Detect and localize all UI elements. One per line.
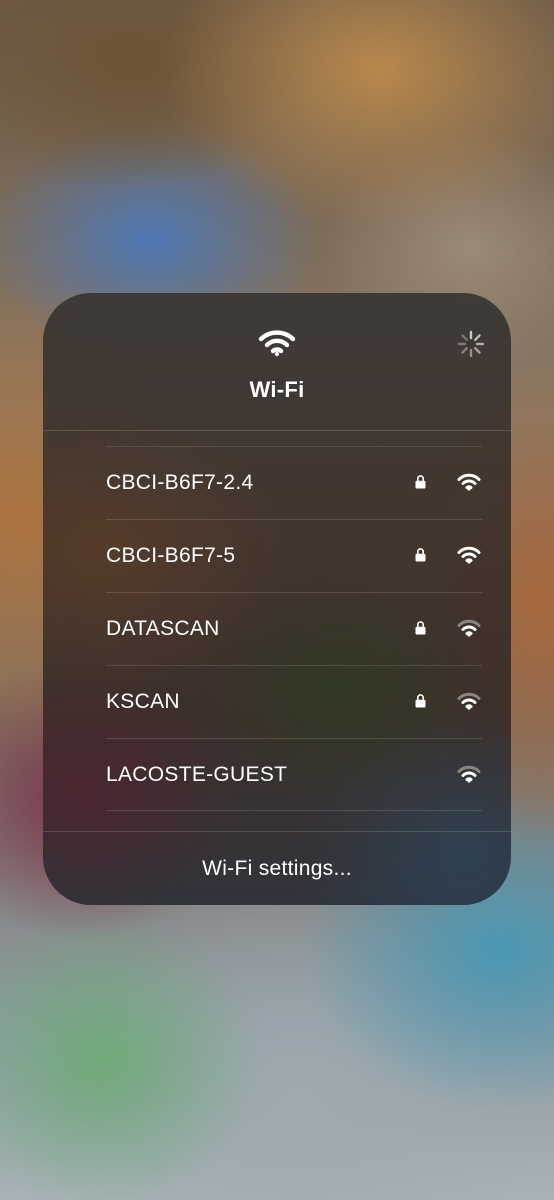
- wifi-signal-icon: [457, 692, 481, 710]
- wifi-signal-icon: [457, 473, 481, 491]
- panel-title: Wi-Fi: [249, 377, 305, 402]
- network-row[interactable]: CBCI-B6F7-5: [106, 519, 482, 592]
- wifi-icon: [258, 330, 296, 357]
- activity-spinner-icon: [457, 330, 485, 358]
- wifi-panel: Wi-Fi CBCI-B6F7-2.4 CBCI-B6F7-5 DATASCAN…: [43, 293, 511, 905]
- wifi-signal-icon: [457, 765, 481, 783]
- network-row[interactable]: CBCI-B6F7-2.4: [106, 446, 482, 519]
- network-row[interactable]: KSCAN: [106, 665, 482, 738]
- network-name: CBCI-B6F7-2.4: [106, 471, 254, 494]
- lock-icon: [415, 694, 426, 708]
- network-list: CBCI-B6F7-2.4 CBCI-B6F7-5 DATASCAN KSCAN…: [106, 446, 482, 811]
- network-row[interactable]: LACOSTE-GUEST: [106, 738, 482, 811]
- network-row[interactable]: DATASCAN: [106, 592, 482, 665]
- lock-icon: [415, 475, 426, 489]
- network-name: KSCAN: [106, 690, 180, 713]
- wifi-signal-icon: [457, 619, 481, 637]
- wifi-settings-button[interactable]: Wi-Fi settings...: [43, 832, 511, 905]
- lock-icon: [415, 548, 426, 562]
- network-name: DATASCAN: [106, 617, 220, 640]
- wifi-signal-icon: [457, 546, 481, 564]
- top-divider: [43, 430, 511, 431]
- network-name: LACOSTE-GUEST: [106, 763, 288, 786]
- network-name: CBCI-B6F7-5: [106, 544, 236, 567]
- lock-icon: [415, 621, 426, 635]
